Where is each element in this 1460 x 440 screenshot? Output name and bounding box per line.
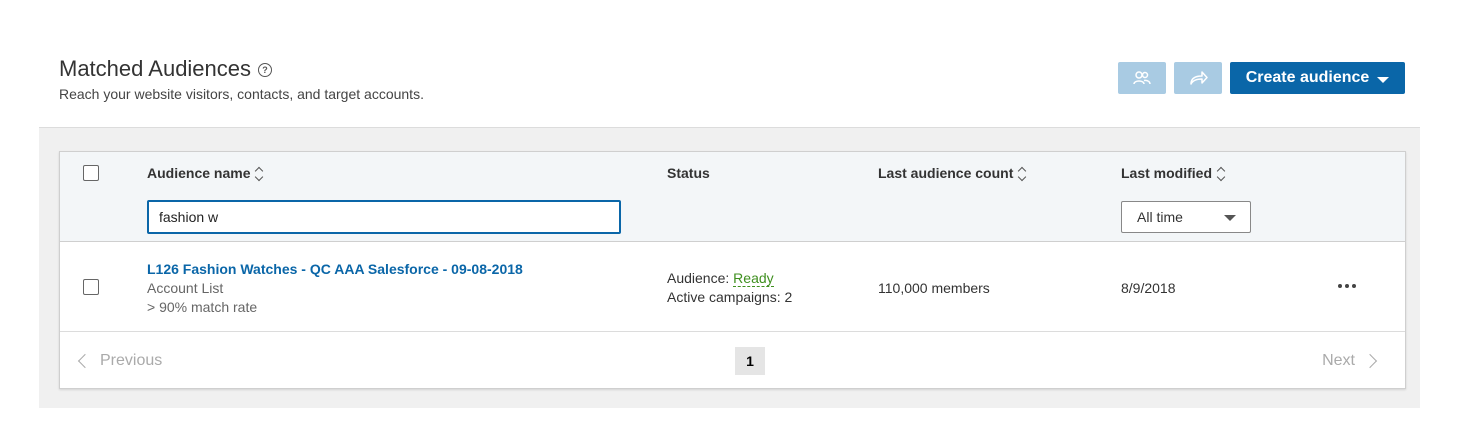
- create-audience-button[interactable]: Create audience: [1230, 62, 1405, 94]
- previous-label: Previous: [100, 352, 163, 369]
- audience-count: 110,000 members: [878, 280, 990, 296]
- audience-match-rate: > 90% match rate: [147, 299, 258, 315]
- date-filter-value: All time: [1137, 209, 1183, 225]
- column-header-status: Status: [667, 165, 710, 181]
- table-row: L126 Fashion Watches - QC AAA Salesforce…: [60, 242, 1405, 332]
- manage-users-button[interactable]: [1118, 62, 1166, 94]
- sort-icon: [1216, 166, 1226, 182]
- audience-status-ready[interactable]: Ready: [733, 270, 774, 287]
- audience-status: Audience: Ready: [667, 270, 774, 287]
- column-label: Last modified: [1121, 165, 1213, 181]
- chevron-left-icon: [77, 353, 93, 369]
- users-icon: [1133, 71, 1151, 85]
- column-label: Audience name: [147, 165, 251, 181]
- last-modified-filter-select[interactable]: All time: [1121, 201, 1251, 233]
- page-subtitle: Reach your website visitors, contacts, a…: [59, 86, 424, 102]
- column-header-last-modified[interactable]: Last modified: [1121, 165, 1226, 182]
- page-number-button[interactable]: 1: [735, 347, 765, 375]
- share-icon: [1190, 71, 1208, 85]
- select-all-checkbox[interactable]: [83, 165, 99, 181]
- panel-divider: [39, 127, 1420, 128]
- chevron-right-icon: [1362, 353, 1378, 369]
- column-header-last-audience-count[interactable]: Last audience count: [878, 165, 1027, 182]
- more-icon: [1338, 284, 1342, 288]
- audiences-table: Audience name Status Last audience count…: [59, 151, 1406, 389]
- page-title: Matched Audiences: [59, 56, 252, 81]
- more-actions-button[interactable]: [1332, 276, 1362, 296]
- page-title-group: Matched Audiences ?: [59, 56, 273, 82]
- active-campaigns: Active campaigns: 2: [667, 289, 793, 305]
- sort-icon: [255, 166, 264, 182]
- next-page-button[interactable]: Next: [1322, 352, 1379, 370]
- last-modified-date: 8/9/2018: [1121, 280, 1176, 296]
- caret-down-icon: [1224, 215, 1236, 221]
- share-button[interactable]: [1174, 62, 1222, 94]
- audience-name-filter-input[interactable]: [147, 200, 621, 234]
- previous-page-button[interactable]: Previous: [76, 352, 162, 370]
- sort-icon: [1018, 166, 1027, 182]
- more-icon: [1345, 284, 1349, 288]
- table-header: Audience name Status Last audience count…: [60, 152, 1405, 242]
- create-audience-label: Create audience: [1245, 69, 1370, 86]
- column-label: Last audience count: [878, 165, 1014, 181]
- help-icon[interactable]: ?: [258, 63, 273, 77]
- column-label: Status: [667, 165, 710, 181]
- audience-status-label: Audience:: [667, 270, 730, 286]
- next-label: Next: [1322, 352, 1355, 369]
- column-header-audience-name[interactable]: Audience name: [147, 165, 264, 182]
- page-header: Matched Audiences ? Reach your website v…: [0, 0, 1460, 127]
- audience-type: Account List: [147, 280, 224, 296]
- audience-name-link[interactable]: L126 Fashion Watches - QC AAA Salesforce…: [147, 261, 523, 277]
- more-icon: [1352, 284, 1356, 288]
- pagination: Previous 1 Next: [60, 333, 1405, 389]
- caret-down-icon: [1377, 76, 1390, 83]
- row-checkbox[interactable]: [83, 279, 99, 295]
